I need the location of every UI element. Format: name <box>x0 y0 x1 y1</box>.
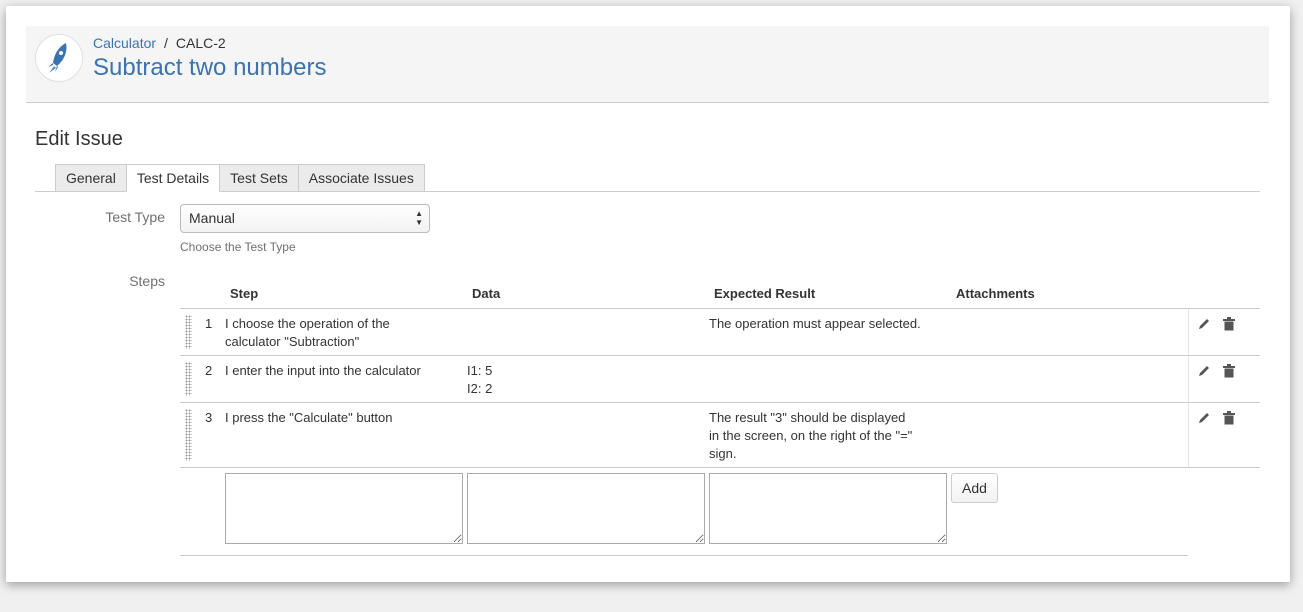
project-avatar[interactable] <box>35 34 83 82</box>
row-actions <box>1188 309 1260 355</box>
updown-arrows-icon: ▲ ▼ <box>415 209 423 227</box>
step-text: I enter the input into the calculator <box>225 363 421 378</box>
edit-issue-title: Edit Issue <box>35 128 123 150</box>
table-row[interactable]: 2 I enter the input into the calculator … <box>180 356 1260 403</box>
breadcrumb: Calculator / CALC-2 <box>93 35 226 51</box>
column-data: Data <box>472 286 501 301</box>
trash-icon[interactable] <box>1223 411 1235 425</box>
step-expected: The result "3" should be displayed in th… <box>709 410 913 461</box>
add-step-button[interactable]: Add <box>951 473 998 503</box>
tab-test-sets[interactable]: Test Sets <box>219 164 299 192</box>
table-row[interactable]: 3 I press the "Calculate" button The res… <box>180 403 1260 468</box>
step-data: I1: 5 I2: 2 <box>467 363 493 396</box>
steps-label: Steps <box>129 273 165 289</box>
step-number: 3 <box>205 410 213 425</box>
pencil-icon[interactable] <box>1197 317 1211 331</box>
row-actions <box>1188 403 1260 467</box>
page-title[interactable]: Subtract two numbers <box>93 54 326 82</box>
test-type-help: Choose the Test Type <box>180 240 296 254</box>
rocket-icon <box>48 43 67 73</box>
issue-header: Calculator / CALC-2 Subtract two numbers <box>26 26 1269 103</box>
issue-key: CALC-2 <box>175 35 226 51</box>
project-link[interactable]: Calculator <box>93 35 156 51</box>
row-actions <box>1188 356 1260 402</box>
breadcrumb-separator: / <box>164 35 168 51</box>
new-step-row: Add <box>180 468 1188 556</box>
test-type-label: Test Type <box>105 209 165 225</box>
new-expected-input[interactable] <box>709 473 947 544</box>
table-row[interactable]: 1 I choose the operation of the calculat… <box>180 309 1260 356</box>
column-expected-result: Expected Result <box>714 286 816 301</box>
steps-table-header: Step Data Expected Result Attachments <box>180 279 1260 309</box>
step-number: 2 <box>205 363 213 378</box>
tab-test-details[interactable]: Test Details <box>125 164 221 192</box>
tab-associate-issues[interactable]: Associate Issues <box>297 164 425 192</box>
step-text: I choose the operation of the calculator… <box>225 316 390 349</box>
drag-handle-icon[interactable] <box>185 409 192 461</box>
trash-icon[interactable] <box>1223 317 1235 331</box>
column-attachments: Attachments <box>956 286 1035 301</box>
issue-edit-window: Calculator / CALC-2 Subtract two numbers E… <box>6 6 1290 582</box>
new-data-input[interactable] <box>467 473 705 544</box>
drag-handle-icon[interactable] <box>185 362 192 396</box>
test-type-value: Manual <box>189 210 235 226</box>
trash-icon[interactable] <box>1223 364 1235 378</box>
step-number: 1 <box>205 316 213 331</box>
step-expected: The operation must appear selected. <box>709 316 921 331</box>
steps-table: Step Data Expected Result Attachments 1 … <box>180 279 1260 556</box>
tab-bar: General Test Details Test Sets Associate… <box>55 164 425 192</box>
column-step: Step <box>230 286 259 301</box>
new-step-input[interactable] <box>225 473 463 544</box>
tab-general[interactable]: General <box>55 164 127 192</box>
step-text: I press the "Calculate" button <box>225 410 393 425</box>
drag-handle-icon[interactable] <box>185 315 192 349</box>
pencil-icon[interactable] <box>1197 411 1211 425</box>
pencil-icon[interactable] <box>1197 364 1211 378</box>
test-type-select[interactable]: Manual ▲ ▼ <box>180 204 430 233</box>
